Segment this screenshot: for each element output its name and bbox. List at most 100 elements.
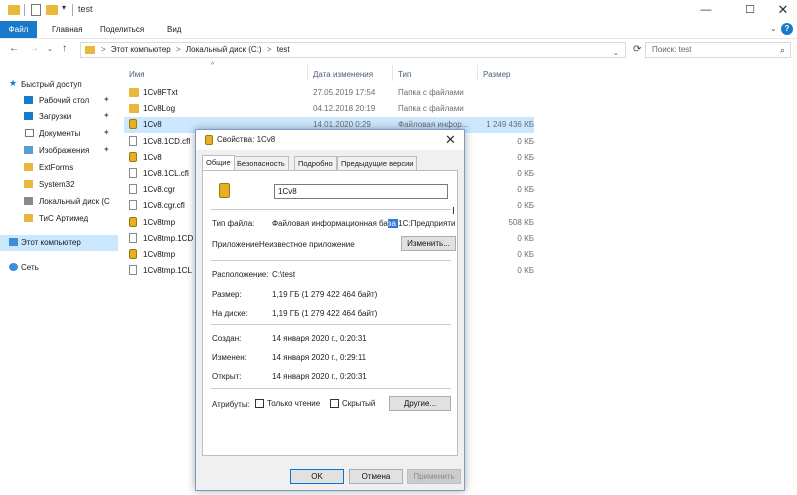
hidden-checkbox[interactable]: Скрытый [330,399,375,408]
forward-arrow-icon[interactable]: → [29,43,39,54]
address-dropdown-icon[interactable]: ⌄ [613,49,619,57]
sidebar-item-downloads[interactable]: Загрузки ✦ [0,109,118,125]
sidebar-item-tis-artimed[interactable]: ТиС Артимед [0,211,118,227]
tab-security[interactable]: Безопасность [233,156,289,170]
sidebar-item-this-pc[interactable]: Этот компьютер [0,235,118,251]
minimize-button[interactable]: — [686,0,726,20]
advanced-button[interactable]: Другие... [389,396,451,411]
text-cursor-icon: I [452,206,455,217]
sidebar-item-label: System32 [39,180,75,189]
file-type: Папка с файлами [398,88,464,97]
sidebar-item-documents[interactable]: Документы ✦ [0,126,118,142]
breadcrumb-item[interactable]: Локальный диск (C:) [186,45,262,54]
file-name: 1Cv8tmp [143,250,176,259]
tab-previous-versions[interactable]: Предыдущие версии [337,156,418,170]
column-divider[interactable] [307,65,308,81]
drive-icon [24,197,33,205]
breadcrumb-separator: > [101,45,106,54]
dialog-close-button[interactable]: ✕ [445,132,456,148]
divider [211,260,451,261]
file-name: 1Cv8 [143,152,162,162]
pin-icon[interactable]: ✦ [103,95,110,104]
column-header-name[interactable]: Имя [129,70,145,79]
up-arrow-icon[interactable]: ↑ [62,43,67,54]
window-title: test [78,4,93,14]
breadcrumb-separator: > [175,45,181,54]
column-divider[interactable] [392,65,393,81]
file-name: 1Cv8.cgr [143,185,176,195]
database-file-icon [129,216,137,227]
column-header-date[interactable]: Дата изменения [313,70,373,79]
search-input[interactable]: Поиск: test ⌕ [645,42,791,58]
change-button[interactable]: Изменить... [401,236,456,251]
divider [211,324,451,325]
sidebar-item-label: Изображения [39,146,90,155]
sidebar-item-label: ExtForms [39,163,74,172]
file-size: 0 КБ [517,233,534,243]
recent-locations-icon[interactable]: ⌄ [47,45,53,53]
checkbox-box[interactable] [255,399,264,408]
tab-file[interactable]: Файл [0,21,37,38]
file-row[interactable]: 1Cv8FTxt 27.05.2019 17:54 Папка с файлами [124,85,534,101]
breadcrumb-item[interactable]: Этот компьютер [111,45,171,54]
column-divider[interactable] [477,65,478,81]
quick-access-dropdown-icon[interactable]: ▾ [62,3,66,15]
new-folder-icon[interactable] [46,5,58,15]
column-header-size[interactable]: Размер [483,70,511,79]
title-bar: ▾ test — ☐ ✕ [0,0,797,20]
expand-ribbon-icon[interactable]: ⌄ [770,24,777,33]
file-name: 1Cv8tmp.1CL [143,266,192,276]
star-icon: ★ [9,78,18,88]
modified-value: 14 января 2020 г., 0:29:11 [272,353,367,362]
file-name-input[interactable]: 1Cv8 [274,184,448,199]
tab-view[interactable]: Вид [167,21,181,38]
column-header-type[interactable]: Тип [398,70,411,79]
file-name: 1Cv8.cgr.cfl [143,201,185,211]
pin-icon[interactable]: ✦ [103,145,110,154]
file-row[interactable]: 1Cv8Log 04.12.2018 20:19 Папка с файлами [124,101,534,117]
back-arrow-icon[interactable]: ← [9,43,19,54]
sidebar-item-desktop[interactable]: Рабочий стол ✦ [0,93,118,109]
address-bar[interactable]: > Этот компьютер > Локальный диск (C:) >… [80,42,626,58]
accessed-value: 14 января 2020 г., 0:20:31 [272,372,367,381]
file-size: 0 КБ [517,152,534,162]
navigation-pane: ★ Быстрый доступ Рабочий стол ✦ Загрузки… [0,62,120,495]
sidebar-item-label: Рабочий стол [39,96,90,105]
pin-icon[interactable]: ✦ [103,128,110,137]
sidebar-item-label: Локальный диск (C [39,197,110,206]
file-type-text: 1С:Предприяти [398,219,456,228]
file-size: 0 КБ [517,266,534,276]
file-type-value[interactable]: Файловая информационная база 1С:Предприя… [272,219,455,228]
database-file-icon [219,183,230,198]
file-size: 1 249 436 КБ [486,120,534,130]
tab-share[interactable]: Поделиться [100,21,144,38]
pin-icon[interactable]: ✦ [103,111,110,120]
breadcrumb-item[interactable]: test [277,45,290,54]
sidebar-item-pictures[interactable]: Изображения ✦ [0,143,118,159]
sidebar-item-label: Быстрый доступ [21,80,82,89]
sidebar-item-quick-access[interactable]: ★ Быстрый доступ [0,77,118,93]
folder-icon [24,163,33,171]
properties-icon[interactable] [31,4,41,16]
file-name: 1Cv8.1CD.cfl [143,136,191,146]
refresh-icon[interactable]: ⟳ [633,44,641,55]
help-icon[interactable]: ? [781,23,793,35]
accessed-label: Открыт: [212,372,242,381]
apply-button[interactable]: Применить [407,469,461,484]
tab-details[interactable]: Подробно [294,156,337,170]
cancel-button[interactable]: Отмена [349,469,403,484]
ok-button[interactable]: OK [290,469,344,484]
divider [24,4,25,16]
checkbox-box[interactable] [330,399,339,408]
divider [72,4,73,16]
tab-general[interactable]: Общие [202,155,235,170]
close-button[interactable]: ✕ [763,0,797,20]
sidebar-item-extforms[interactable]: ExtForms [0,160,118,176]
dialog-title: Свойства: 1Cv8 [217,135,276,144]
sidebar-item-local-disk[interactable]: Локальный диск (C [0,194,118,210]
sidebar-item-network[interactable]: Сеть [0,260,118,276]
tab-home[interactable]: Главная [52,21,82,38]
sidebar-item-system32[interactable]: System32 [0,177,118,193]
readonly-checkbox[interactable]: Только чтение [255,399,320,408]
dialog-title-bar: Свойства: 1Cv8 ✕ [196,130,464,150]
